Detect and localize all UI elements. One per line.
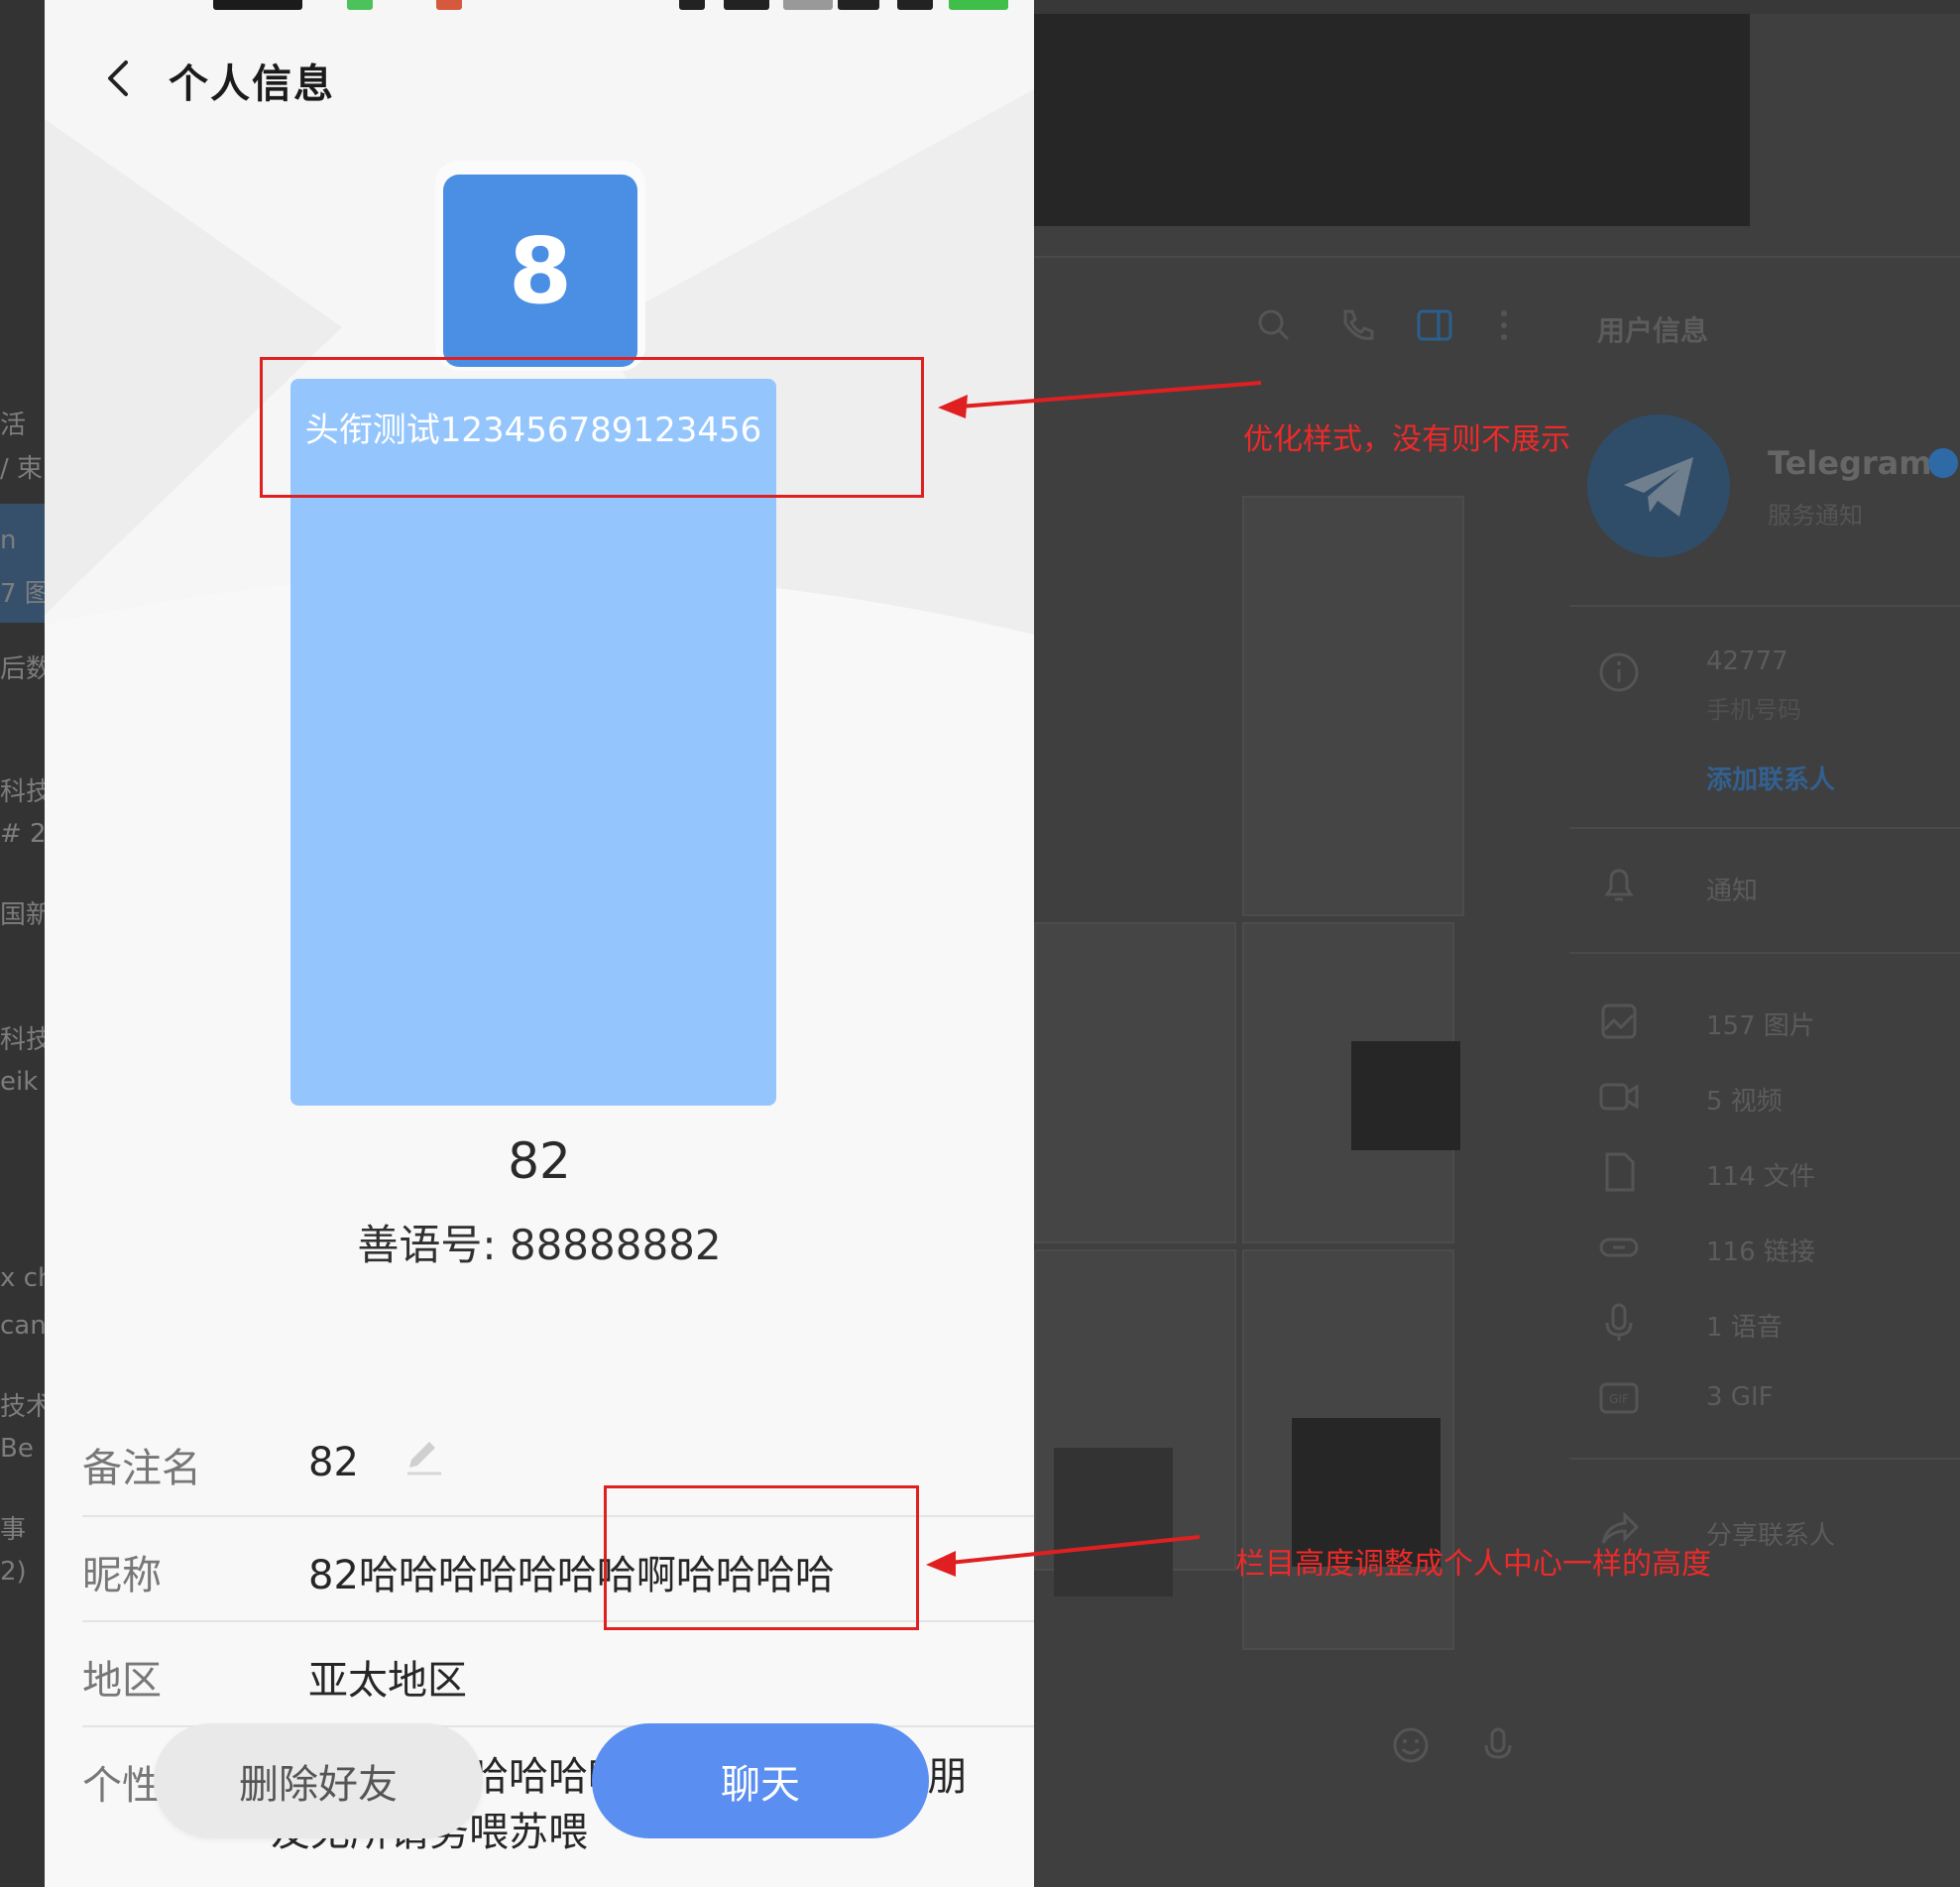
annotation-arrow-line — [959, 381, 1262, 409]
annotation-arrowhead — [926, 1551, 956, 1577]
annotation-note-title: 优化样式，没有则不展示 — [1243, 422, 1570, 457]
annotation-arrows — [926, 381, 1262, 1577]
annotation-arrowhead — [938, 395, 968, 418]
annotation-arrow-line — [949, 1535, 1201, 1565]
annotation-note-row: 栏目高度调整成个人中心一样的高度 — [1235, 1547, 1711, 1582]
